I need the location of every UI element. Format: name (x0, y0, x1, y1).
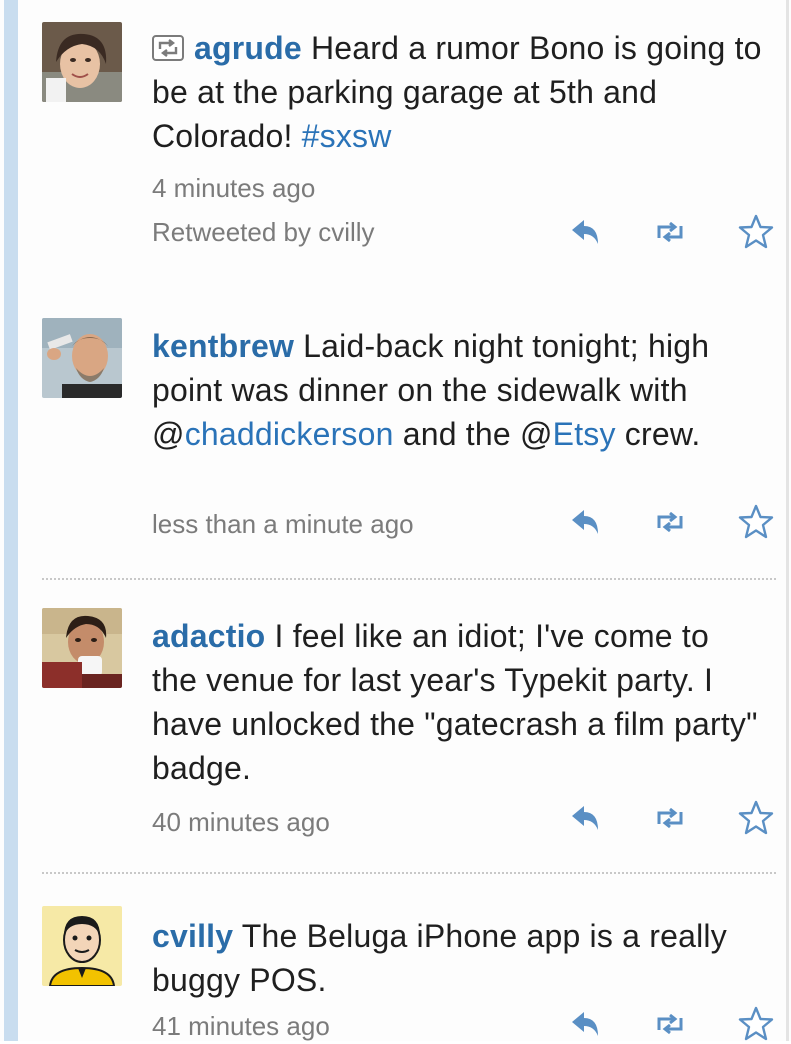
tweet-item[interactable]: kentbrew Laid-back night tonight; high p… (24, 290, 784, 580)
avatar-kentbrew-image (42, 318, 122, 398)
avatar[interactable] (42, 608, 122, 688)
tweet-timestamp[interactable]: less than a minute ago (152, 508, 414, 540)
retweet-icon (657, 511, 683, 533)
tweet-actions (544, 502, 784, 542)
favorite-button[interactable] (736, 212, 776, 252)
favorite-button[interactable] (736, 1004, 776, 1044)
reply-arrow-icon (572, 1012, 598, 1036)
star-icon (738, 1006, 774, 1041)
retweet-icon (657, 807, 683, 829)
retweet-icon (657, 1013, 683, 1035)
reply-arrow-icon (572, 510, 598, 534)
avatar-agrude-image (42, 22, 122, 102)
tweet-actions (544, 798, 784, 838)
tweet-timestamp[interactable]: 4 minutes ago (152, 172, 315, 204)
tweet-text: agrude Heard a rumor Bono is going to be… (152, 26, 762, 158)
mention-link[interactable]: Etsy (553, 416, 616, 452)
tweet-text: cvilly The Beluga iPhone app is a really… (152, 914, 762, 1002)
tweet-item[interactable]: cvilly The Beluga iPhone app is a really… (24, 874, 782, 1041)
star-icon (738, 800, 774, 835)
tweet-username[interactable]: cvilly (152, 918, 233, 954)
avatar-cvilly-image (42, 906, 122, 986)
reply-button[interactable] (566, 502, 606, 542)
avatar[interactable] (42, 906, 122, 986)
avatar-adactio-image (42, 608, 122, 688)
favorite-button[interactable] (736, 798, 776, 838)
star-icon (738, 504, 774, 539)
tweet-item[interactable]: agrude Heard a rumor Bono is going to be… (24, 0, 782, 290)
mention-link[interactable]: chaddickerson (185, 416, 394, 452)
tweet-username[interactable]: kentbrew (152, 328, 294, 364)
reply-button[interactable] (566, 1004, 606, 1044)
reply-arrow-icon (572, 220, 598, 244)
reply-arrow-icon (572, 806, 598, 830)
tweet-actions (544, 212, 784, 252)
tweet-item[interactable]: adactio I feel like an idiot; I've come … (24, 580, 784, 874)
tweet-timestamp[interactable]: 40 minutes ago (152, 806, 330, 838)
tweet-timestamp[interactable]: 41 minutes ago (152, 1010, 330, 1042)
retweet-button[interactable] (650, 212, 690, 252)
hashtag-link[interactable]: #sxsw (302, 118, 392, 154)
tweet-timeline: agrude Heard a rumor Bono is going to be… (24, 0, 782, 1041)
timeline-frame: agrude Heard a rumor Bono is going to be… (0, 0, 791, 1041)
left-scroll-rail (4, 0, 18, 1041)
tweet-text-part: and the @ (393, 416, 553, 452)
retweeted-by-label: Retweeted by cvilly (152, 217, 375, 247)
favorite-button[interactable] (736, 502, 776, 542)
reply-button[interactable] (566, 212, 606, 252)
tweet-username[interactable]: agrude (194, 30, 302, 66)
tweet-text-part: The Beluga iPhone app is a really buggy … (152, 918, 727, 998)
tweet-text: kentbrew Laid-back night tonight; high p… (152, 324, 762, 456)
tweet-text-part: crew. (615, 416, 701, 452)
tweet-text: adactio I feel like an idiot; I've come … (152, 614, 762, 790)
retweet-button[interactable] (650, 798, 690, 838)
reply-button[interactable] (566, 798, 606, 838)
avatar[interactable] (42, 22, 122, 102)
retweet-button[interactable] (650, 1004, 690, 1044)
tweet-actions (544, 1004, 784, 1044)
tweet-username[interactable]: adactio (152, 618, 265, 654)
avatar[interactable] (42, 318, 122, 398)
retweet-icon (657, 221, 683, 243)
retweet-badge-icon (152, 28, 184, 61)
right-border (786, 0, 789, 1041)
star-icon (738, 214, 774, 249)
retweet-button[interactable] (650, 502, 690, 542)
